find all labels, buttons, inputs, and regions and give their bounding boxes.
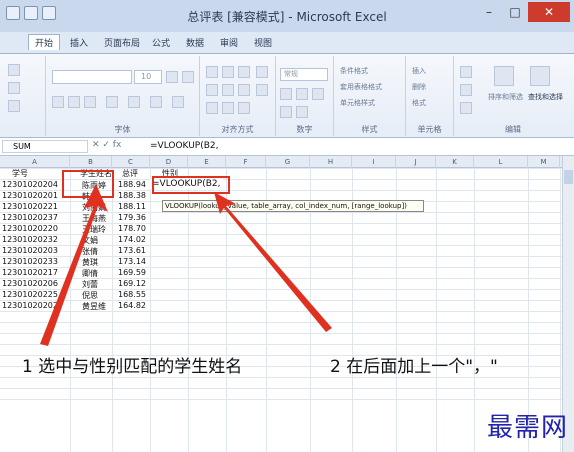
watermark-logo: 最需网 <box>486 413 568 443</box>
arrow-step1 <box>40 184 108 346</box>
annotation-step1: 1 选中与性别匹配的学生姓名 <box>22 357 243 377</box>
annotation-arrows <box>40 184 332 346</box>
excel-window: 总评表 [兼容模式] - Microsoft Excel – □ ✕ 开始 插入… <box>0 0 574 452</box>
arrow-step2 <box>214 192 332 332</box>
annotation-step2: 2 在后面加上一个"，" <box>330 357 498 377</box>
